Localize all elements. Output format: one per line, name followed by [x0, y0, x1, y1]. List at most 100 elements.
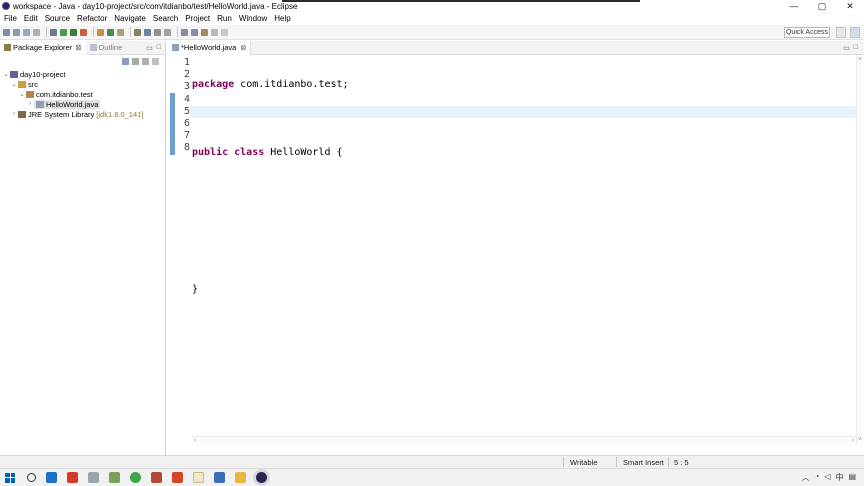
print-icon[interactable] — [33, 28, 40, 36]
collapse-all-icon[interactable] — [122, 57, 129, 65]
tree-item-src[interactable]: ⌄ src — [0, 79, 165, 89]
coverage-icon[interactable] — [70, 28, 77, 36]
new-java-package-icon[interactable] — [97, 28, 104, 36]
windows-start-icon[interactable] — [5, 472, 15, 483]
volume-icon[interactable]: ◁ — [824, 472, 830, 483]
library-icon — [18, 110, 26, 118]
menu-search[interactable]: Search — [153, 14, 178, 23]
taskbar-app-icon[interactable] — [214, 472, 225, 483]
menu-file[interactable]: File — [4, 14, 17, 23]
expand-icon[interactable]: › — [26, 101, 34, 107]
source-code[interactable]: package com.itdianbo.test; public class … — [192, 57, 349, 353]
file-explorer-icon[interactable] — [235, 472, 246, 483]
scroll-left-icon[interactable]: ‹ — [194, 437, 196, 444]
view-menu-icon[interactable] — [152, 57, 159, 65]
scroll-up-icon[interactable]: ˄ — [858, 57, 862, 63]
code-area[interactable]: 1 2 3 4 5 6 7 8 package com.itdianbo.tes… — [168, 55, 856, 445]
status-divider — [563, 457, 564, 467]
menu-run[interactable]: Run — [217, 14, 232, 23]
show-hidden-icons-icon[interactable]: ︿ — [801, 472, 809, 483]
new-icon[interactable] — [3, 28, 10, 36]
line-number: 5 — [183, 105, 190, 117]
tree-item-package[interactable]: ⌄ com.itdianbo.test — [0, 89, 165, 99]
jdk-version-label: [jdk1.8.0_141] — [96, 109, 144, 119]
taskbar-app-icon[interactable] — [46, 472, 57, 483]
close-view-icon[interactable]: ⊠ — [75, 43, 81, 52]
previous-annotation-icon[interactable] — [191, 28, 198, 36]
notification-icon[interactable]: ▤ — [848, 472, 856, 483]
tree-item-project[interactable]: ⌄ day10-project — [0, 69, 165, 79]
maximize-button[interactable]: ▢ — [808, 0, 836, 12]
vertical-scrollbar[interactable]: ˄ ˅ — [856, 55, 864, 445]
menu-edit[interactable]: Edit — [24, 14, 38, 23]
tab-outline[interactable]: Outline — [86, 41, 127, 55]
java-editor: *HelloWorld.java ⊠ ▭ □ 1 2 3 4 5 6 7 8 p… — [168, 40, 864, 455]
network-icon[interactable]: ◔ — [814, 472, 819, 483]
eclipse-taskbar-icon[interactable] — [256, 472, 267, 483]
minimize-button[interactable]: — — [780, 0, 808, 12]
eclipse-logo-icon — [2, 2, 10, 10]
scroll-right-icon[interactable]: › — [852, 437, 854, 444]
minimize-editor-icon[interactable]: ▭ — [843, 44, 850, 52]
forward-icon[interactable] — [221, 28, 228, 36]
show-whitespace-icon[interactable] — [164, 28, 171, 36]
menu-window[interactable]: Window — [239, 14, 267, 23]
external-tools-icon[interactable] — [80, 28, 87, 36]
java-perspective-icon[interactable] — [850, 27, 860, 38]
tab-package-explorer[interactable]: Package Explorer ⊠ — [0, 40, 86, 55]
collapse-icon[interactable]: ⌄ — [2, 71, 10, 78]
collapse-icon[interactable]: ⌄ — [10, 81, 18, 88]
close-tab-icon[interactable]: ⊠ — [240, 44, 246, 52]
focus-icon[interactable] — [142, 57, 149, 65]
java-file-icon — [172, 44, 179, 51]
taskbar-app-icon[interactable] — [151, 472, 162, 483]
window-title: workspace - Java - day10-project/src/com… — [13, 1, 298, 11]
maximize-editor-icon[interactable]: □ — [854, 44, 858, 52]
horizontal-scrollbar[interactable]: ‹ › — [192, 436, 856, 445]
last-edit-location-icon[interactable] — [201, 28, 208, 36]
debug-icon[interactable] — [50, 28, 57, 36]
tree-item-label: src — [28, 79, 38, 89]
language-icon[interactable]: 中 — [835, 472, 843, 483]
menu-refactor[interactable]: Refactor — [77, 14, 107, 23]
close-button[interactable]: ✕ — [836, 0, 864, 12]
toggle-mark-occurrences-icon[interactable] — [144, 28, 151, 36]
menu-navigate[interactable]: Navigate — [114, 14, 146, 23]
scroll-down-icon[interactable]: ˅ — [858, 437, 862, 443]
next-annotation-icon[interactable] — [181, 28, 188, 36]
taskbar-app-icon[interactable] — [88, 472, 99, 483]
open-type-icon[interactable] — [117, 28, 124, 36]
chrome-icon[interactable] — [130, 472, 141, 483]
run-icon[interactable] — [60, 28, 67, 36]
taskbar-app-icon[interactable] — [67, 472, 78, 483]
new-class-icon[interactable] — [107, 28, 114, 36]
expand-icon[interactable]: › — [10, 111, 18, 117]
link-with-editor-icon[interactable] — [132, 57, 139, 65]
collapse-icon[interactable]: ⌄ — [18, 91, 26, 98]
status-bar: Writable Smart Insert 5 : 5 — [0, 455, 864, 468]
open-perspective-icon[interactable] — [836, 27, 846, 38]
code-line: public class HelloWorld { — [192, 147, 349, 159]
maximize-view-icon[interactable]: □ — [157, 44, 161, 52]
quick-access-input[interactable]: Quick Access — [784, 27, 830, 38]
system-tray: ︿ ◔ ◁ 中 ▤ — [801, 472, 856, 483]
tree-item-jre[interactable]: › JRE System Library [jdk1.8.0_141] — [0, 109, 165, 119]
back-icon[interactable] — [211, 28, 218, 36]
powerpoint-icon[interactable] — [172, 472, 183, 483]
save-all-icon[interactable] — [23, 28, 30, 36]
minimize-view-icon[interactable]: ▭ — [146, 44, 153, 52]
code-line: } — [192, 284, 349, 296]
menu-project[interactable]: Project — [185, 14, 210, 23]
tree-item-helloworld[interactable]: › HelloWorld.java — [0, 99, 165, 109]
notepad-icon[interactable] — [193, 472, 204, 483]
menu-source[interactable]: Source — [45, 14, 70, 23]
block-selection-icon[interactable] — [154, 28, 161, 36]
tab-helloworld-java[interactable]: *HelloWorld.java ⊠ — [168, 40, 252, 55]
taskbar-app-icon[interactable] — [109, 472, 120, 483]
menu-help[interactable]: Help — [274, 14, 290, 23]
search-icon[interactable] — [134, 28, 141, 36]
change-marker — [170, 93, 175, 155]
save-icon[interactable] — [13, 28, 20, 36]
search-icon[interactable] — [27, 473, 36, 482]
